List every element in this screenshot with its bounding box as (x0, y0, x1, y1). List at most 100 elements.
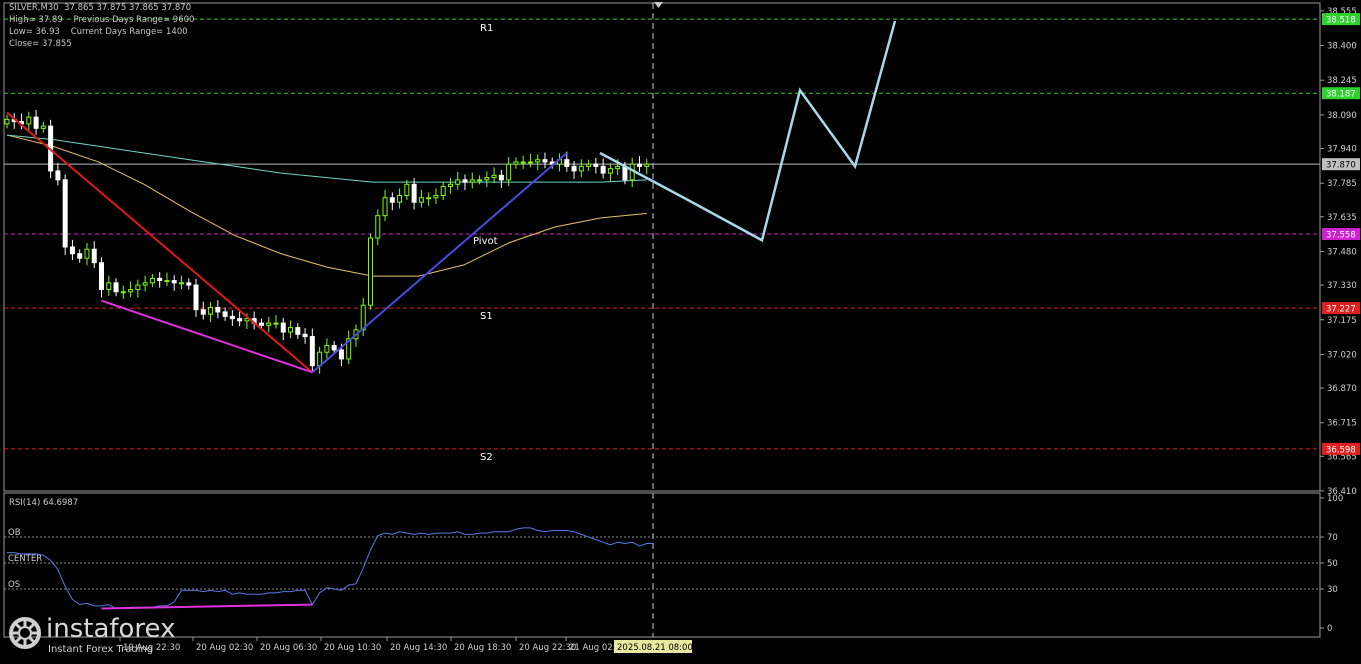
candle-body (564, 159, 570, 167)
candle-body (593, 163, 599, 167)
candle-body (273, 322, 279, 325)
price-panel-frame (3, 2, 1321, 492)
level-text-r1: R1 (480, 23, 493, 34)
candle-body (571, 165, 577, 172)
instaforex-logo-icon (9, 617, 41, 649)
rsi-level-label: OS (8, 580, 20, 590)
x-tick-label: 20 Aug 18:30 (454, 643, 511, 653)
candle-body (477, 179, 483, 182)
level-price-label: 38.187 (1326, 90, 1356, 100)
candle-body (484, 177, 490, 181)
candle-body (586, 163, 592, 167)
price-y-tick-label: 37.480 (1327, 247, 1357, 257)
price-y-tick-label: 37.175 (1327, 316, 1357, 326)
candle-body (411, 183, 417, 203)
candle-body (106, 282, 112, 291)
price-y-tick-label: 37.635 (1327, 213, 1357, 223)
x-tick-label: 20 Aug 10:30 (324, 643, 381, 653)
candle-body (447, 183, 453, 188)
candle-body (26, 116, 32, 125)
price-y-tick-label: 38.245 (1327, 76, 1357, 86)
level-text-s1: S1 (480, 311, 493, 322)
x-tick-label: 20 Aug 06:30 (260, 643, 317, 653)
candle-body (266, 322, 272, 326)
price-y-tick-label: 37.330 (1327, 281, 1357, 291)
candle-body (455, 179, 461, 185)
price-y-tick-label: 38.400 (1327, 42, 1357, 52)
candle-body (607, 168, 613, 174)
candle-body (200, 309, 206, 315)
candle-body (295, 327, 301, 335)
high-info: High= 37.89 Previous Days Range= 9600 (9, 15, 195, 25)
candle-body (208, 306, 214, 315)
rsi-y-tick-label: 100 (1327, 494, 1343, 504)
rsi-y-tick-label: 50 (1327, 559, 1338, 569)
candle-body (40, 125, 46, 129)
price-y-tick-label: 37.940 (1327, 145, 1357, 155)
trend-line-blue (311, 152, 568, 374)
candle-body (128, 289, 134, 293)
candle-body (375, 215, 381, 239)
candle-body (178, 282, 184, 285)
rsi-line (7, 527, 655, 609)
candle-body (62, 179, 68, 248)
candle-body (426, 197, 432, 200)
rsi-y-tick-label: 70 (1327, 533, 1338, 543)
ma-fast-line (6, 134, 647, 277)
candle-body (513, 161, 519, 165)
candle-body (4, 118, 10, 125)
candle-body (440, 186, 446, 197)
candle-body (84, 248, 90, 259)
candle-body (55, 170, 61, 181)
ma-slow-line (6, 134, 647, 183)
candle-body (542, 159, 548, 163)
current-time-label: 2025.08.21 08:00 (617, 643, 693, 653)
level-text-pivot: Pivot (473, 236, 498, 247)
candle-body (498, 174, 504, 181)
candle-body (644, 163, 650, 167)
candle-body (578, 165, 584, 172)
logo-name: instaforex (46, 614, 176, 644)
logo-tagline: Instant Forex Trading (48, 644, 154, 655)
level-text-s2: S2 (480, 452, 493, 463)
instaforex-logo: instaforex Instant Forex Trading (6, 614, 178, 658)
candle-body (280, 322, 286, 333)
candle-body (527, 161, 533, 164)
trend-line-magenta (101, 299, 313, 374)
candle-body (149, 277, 155, 284)
rsi-divergence-line (101, 603, 313, 610)
close-info: Close= 37.855 (9, 39, 72, 49)
candle-body (469, 179, 475, 183)
level-price-label: 38.518 (1326, 16, 1356, 26)
chart-root: 38.555 38.400 38.245 38.090 37.940 37.785 37.6… (0, 0, 1361, 660)
candle-body (120, 291, 126, 294)
candle-body (215, 306, 221, 313)
candle-body (338, 349, 344, 360)
candle-body (69, 246, 75, 255)
candle-body (324, 344, 330, 353)
trend-line-red (6, 111, 313, 374)
rsi-y-tick-label: 0 (1327, 624, 1332, 634)
candle-body (222, 311, 228, 317)
candle-body (389, 197, 395, 203)
level-price-label: 36.598 (1326, 445, 1356, 455)
rsi-panel-frame (3, 492, 1321, 638)
candle-body (157, 277, 163, 282)
symbol-info: SILVER,M30 37.865 37.875 37.865 37.870 (9, 3, 192, 13)
level-price-label: 37.558 (1326, 231, 1356, 241)
candle-body (33, 116, 39, 129)
candle-body (91, 248, 97, 264)
candle-body (397, 195, 403, 203)
candle-body (171, 280, 177, 284)
candle-body (99, 262, 105, 291)
forecast-path (599, 20, 897, 243)
candle-body (600, 165, 606, 174)
price-y-tick-label: 37.785 (1327, 179, 1357, 189)
candle-body (288, 327, 294, 333)
candle-body (164, 280, 170, 283)
price-chart: 38.55538.40038.24538.09037.94037.78537.6… (3, 2, 1360, 653)
price-y-tick-label: 36.870 (1327, 384, 1357, 394)
candle-body (636, 163, 642, 167)
candle-body (113, 282, 119, 293)
level-price-label: 37.227 (1326, 305, 1356, 315)
